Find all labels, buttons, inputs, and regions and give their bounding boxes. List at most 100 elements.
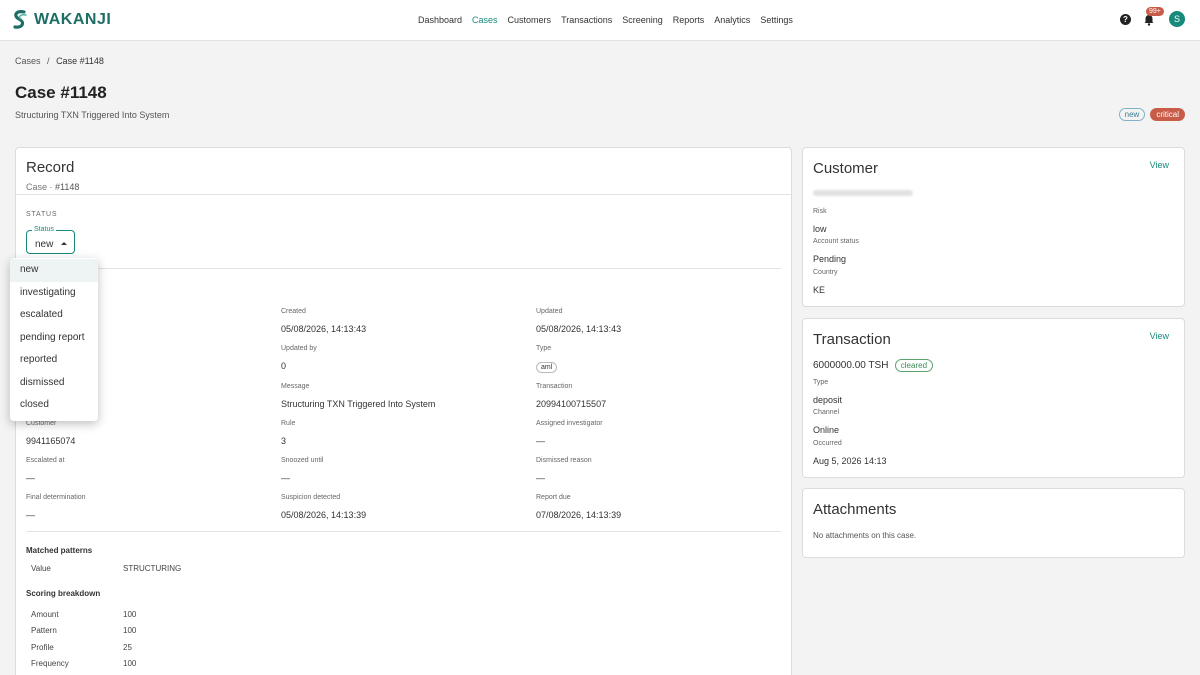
record-title: Record	[26, 159, 75, 176]
score-value: 100	[123, 659, 137, 668]
status-option-reported[interactable]: reported	[10, 349, 98, 372]
field-snoozed-until: Snoozed until —	[281, 457, 323, 484]
nav-dashboard[interactable]: Dashboard	[418, 15, 462, 25]
customer-title: Customer	[813, 160, 879, 177]
transaction-view-link[interactable]: View	[1150, 331, 1169, 341]
customer-country: Country KE	[813, 269, 838, 296]
status-divider	[26, 268, 781, 269]
transaction-type: Type deposit	[813, 379, 842, 406]
field-value: KE	[813, 285, 826, 295]
scoring-breakdown-title: Scoring breakdown	[26, 589, 101, 598]
field-value[interactable]: 20994100715507	[536, 399, 606, 409]
field-value: —	[26, 510, 35, 520]
field-customer: Customer 9941165074	[26, 420, 75, 447]
breadcrumb-cases[interactable]: Cases	[15, 56, 41, 66]
brand-logo[interactable]: WAKANJI	[10, 9, 111, 31]
attachments-empty-text: No attachments on this case.	[813, 531, 917, 540]
field-label: Assigned investigator	[536, 420, 603, 427]
field-value: Pending	[813, 254, 847, 264]
field-value: 05/08/2026, 14:13:43	[536, 324, 622, 334]
status-option-new[interactable]: new	[10, 259, 98, 282]
page-subtitle: Structuring TXN Triggered Into System	[15, 110, 170, 120]
score-key: Frequency	[31, 659, 69, 668]
nav-analytics[interactable]: Analytics	[714, 15, 750, 25]
field-value: Structuring TXN Triggered Into System	[281, 399, 436, 409]
field-assigned-investigator: Assigned investigator —	[536, 420, 603, 447]
nav-screening[interactable]: Screening	[622, 15, 663, 25]
score-key: Profile	[31, 643, 54, 652]
fields-divider	[26, 531, 781, 532]
record-subtitle-sep: ·	[49, 182, 53, 192]
score-key: Amount	[31, 610, 59, 619]
field-value: 07/08/2026, 14:13:39	[536, 510, 622, 520]
field-value[interactable]: 9941165074	[26, 436, 75, 446]
wakanji-logo-icon	[13, 10, 27, 29]
nav-transactions[interactable]: Transactions	[561, 15, 612, 25]
field-label: Snoozed until	[281, 457, 324, 464]
customer-account-status: Account status Pending	[813, 238, 859, 265]
status-option-escalated[interactable]: escalated	[10, 304, 98, 327]
field-label: Report due	[536, 494, 571, 501]
field-label: Updated by	[281, 345, 317, 352]
field-label: Updated	[536, 308, 563, 315]
nav-reports[interactable]: Reports	[673, 15, 705, 25]
field-value: 0	[281, 361, 287, 371]
user-avatar[interactable]: S	[1169, 11, 1185, 27]
record-subtitle-id: #1148	[55, 182, 80, 192]
record-header-divider	[16, 194, 791, 195]
status-option-pending-report[interactable]: pending report	[10, 327, 98, 350]
field-dismissed-reason: Dismissed reason —	[536, 457, 592, 484]
status-select-legend: Status	[32, 226, 56, 233]
field-value: 05/08/2026, 14:13:43	[281, 324, 367, 334]
field-created: Created 05/08/2026, 14:13:43	[281, 308, 366, 335]
field-label: Final determination	[26, 494, 86, 501]
record-subtitle-prefix: Case	[26, 182, 48, 192]
field-value: Online	[813, 425, 840, 435]
field-label: Risk	[813, 208, 827, 215]
customer-view-link[interactable]: View	[1150, 160, 1169, 170]
notifications-button[interactable]: 99+	[1143, 7, 1164, 26]
status-option-investigating[interactable]: investigating	[10, 282, 98, 305]
status-option-dismissed[interactable]: dismissed	[10, 372, 98, 395]
severity-badge: critical	[1150, 108, 1185, 121]
field-value: —	[536, 436, 545, 446]
status-badge: new	[1118, 108, 1146, 121]
field-suspicion-detected: Suspicion detected 05/08/2026, 14:13:39	[281, 494, 366, 521]
status-select[interactable]: Status new	[26, 226, 75, 254]
status-select-value: new	[35, 239, 54, 250]
caret-up-icon	[61, 242, 67, 245]
transaction-channel: Channel Online	[813, 409, 839, 436]
status-option-closed[interactable]: closed	[10, 394, 98, 417]
nav-settings[interactable]: Settings	[760, 15, 793, 25]
transaction-title: Transaction	[813, 331, 891, 348]
help-icon[interactable]: ?	[1120, 13, 1131, 25]
field-transaction: Transaction 20994100715507	[536, 383, 606, 410]
field-label: Country	[813, 269, 838, 276]
attachments-title: Attachments	[813, 501, 897, 518]
field-escalated-at: Escalated at —	[26, 457, 65, 484]
record-subtitle: Case · #1148	[26, 182, 79, 192]
field-label: Channel	[813, 409, 840, 416]
score-value: 25	[123, 643, 132, 652]
transaction-card: Transaction View 6000000.00 TSH cleared …	[802, 318, 1185, 478]
nav-cases[interactable]: Cases	[472, 15, 498, 25]
type-tag: aml	[536, 362, 558, 373]
field-value: low	[813, 224, 827, 234]
field-message: Message Structuring TXN Triggered Into S…	[281, 383, 435, 410]
field-label: Message	[281, 383, 310, 390]
field-report-due: Report due 07/08/2026, 14:13:39	[536, 494, 621, 521]
field-final-determination: Final determination —	[26, 494, 86, 521]
record-card: Record Case · #1148 STATUS Status new Cr…	[15, 147, 792, 675]
redacted-customer-name	[813, 190, 913, 196]
field-value: —	[536, 473, 545, 483]
transaction-amount-row: 6000000.00 TSH cleared	[813, 357, 934, 372]
field-rule: Rule 3	[281, 420, 295, 447]
customer-card: Customer View Risk low Account status Pe…	[802, 147, 1185, 307]
field-updated-by: Updated by 0	[281, 345, 317, 372]
status-section-label: STATUS	[26, 211, 58, 218]
case-badges: new critical	[1118, 108, 1185, 121]
field-label: Dismissed reason	[536, 457, 592, 464]
nav-customers[interactable]: Customers	[508, 15, 552, 25]
pattern-key: Value	[31, 564, 51, 573]
transaction-occurred: Occurred Aug 5, 2026 14:13	[813, 440, 887, 467]
